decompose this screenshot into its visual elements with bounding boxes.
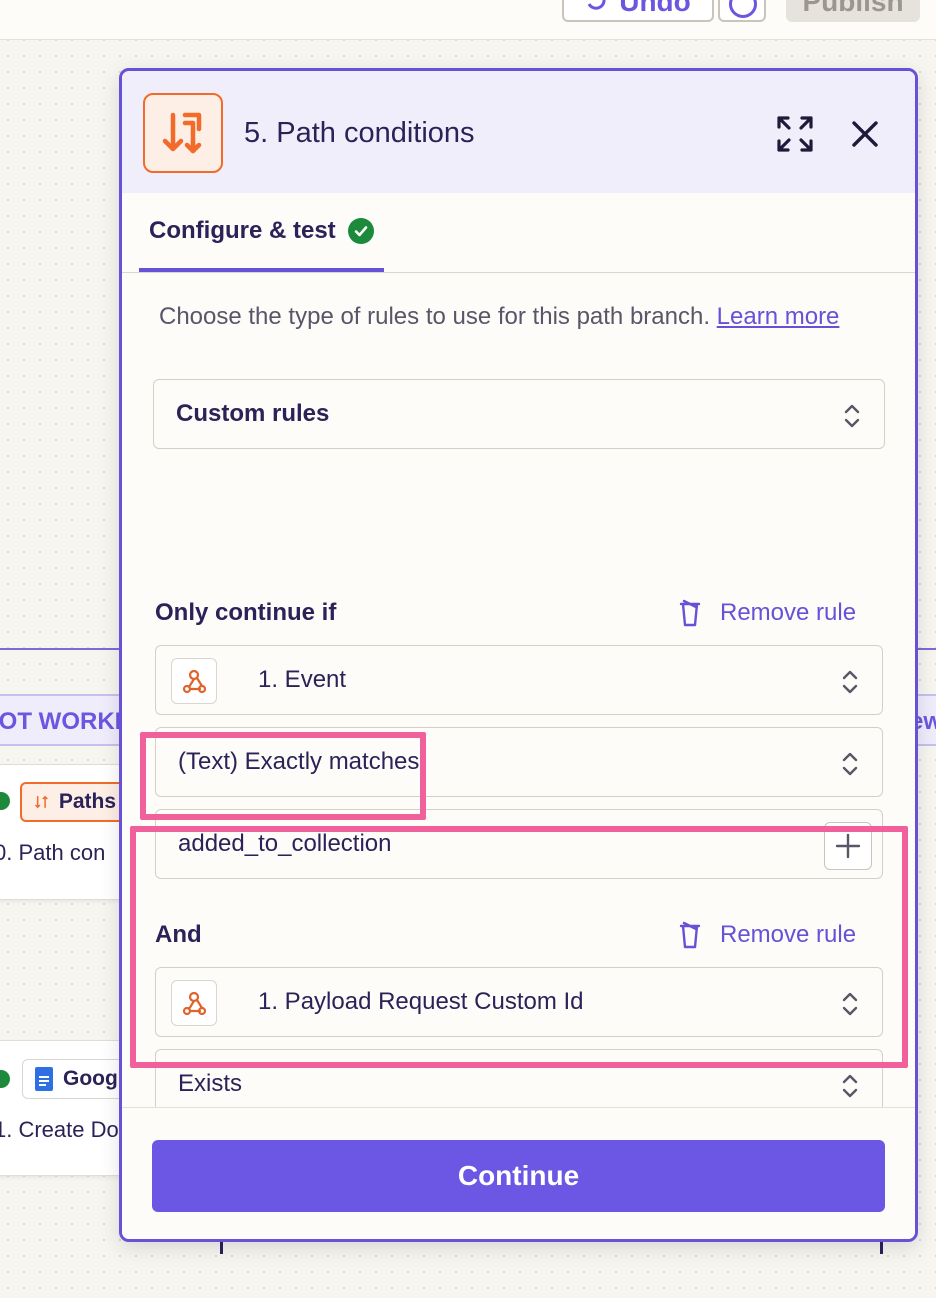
- condition-value: Exists: [178, 1070, 243, 1097]
- tab-label: Configure & test: [149, 216, 336, 244]
- panel-header: 5. Path conditions: [122, 71, 915, 193]
- webhook-icon: [182, 669, 207, 694]
- insert-data-button[interactable]: [824, 822, 872, 870]
- google-docs-app-chip: Goog: [22, 1059, 132, 1099]
- and-label: And: [155, 921, 202, 948]
- field-value: 1. Payload Request Custom Id: [258, 988, 584, 1015]
- chevron-updown-icon: [842, 752, 858, 776]
- intro-text: Choose the type of rules to use for this…: [159, 303, 710, 330]
- canvas-step-title: 1. Create Do: [0, 1117, 119, 1142]
- panel-tabs: Configure & test: [122, 193, 915, 273]
- condition-select[interactable]: (Text) Exactly matches: [155, 727, 883, 797]
- expand-icon: [777, 116, 813, 152]
- chevron-updown-icon: [844, 404, 860, 428]
- continue-button[interactable]: Continue: [152, 1140, 885, 1212]
- paths-icon: [162, 112, 202, 154]
- condition-value: (Text) Exactly matches: [178, 748, 420, 775]
- chevron-updown-icon: [842, 670, 858, 694]
- field-value: 1. Event: [258, 666, 347, 693]
- canvas-step-title: 0. Path con: [0, 840, 106, 865]
- paths-app-chip: Paths: [20, 782, 130, 822]
- learn-more-link[interactable]: Learn more: [717, 303, 840, 330]
- undo-icon: [587, 0, 606, 10]
- remove-rule-label: Remove rule: [720, 599, 857, 626]
- remove-rule-button[interactable]: Remove rule: [678, 599, 856, 627]
- chevron-updown-icon: [842, 1074, 858, 1098]
- value-input[interactable]: added_to_collection: [155, 809, 883, 879]
- field-select-custom-id[interactable]: 1. Payload Request Custom Id: [155, 967, 883, 1037]
- tab-configure-test[interactable]: Configure & test: [139, 193, 384, 272]
- trash-icon: [679, 921, 701, 949]
- trash-icon: [679, 599, 701, 627]
- expand-button[interactable]: [776, 115, 814, 153]
- google-app-label: Goog: [63, 1067, 118, 1090]
- close-icon: [852, 121, 878, 147]
- close-button[interactable]: [846, 115, 884, 153]
- paths-app-label: Paths: [58, 790, 116, 813]
- rule-type-description: Choose the type of rules to use for this…: [159, 299, 859, 335]
- only-continue-if-label: Only continue if: [155, 599, 337, 626]
- top-toolbar: Undo Publish: [0, 0, 936, 40]
- value-text: added_to_collection: [178, 830, 392, 857]
- remove-rule-button[interactable]: Remove rule: [678, 921, 856, 949]
- paths-icon: [34, 795, 48, 809]
- webhook-app-tile: [171, 980, 217, 1026]
- path-branch-label-left: IOT WORKI: [0, 708, 122, 735]
- rule-type-value: Custom rules: [176, 400, 330, 427]
- rule-type-select[interactable]: Custom rules: [153, 379, 885, 449]
- plus-icon: [835, 833, 861, 859]
- path-conditions-panel: 5. Path conditions Configure & test Choo…: [119, 68, 918, 1242]
- panel-footer: Continue: [122, 1107, 915, 1239]
- webhook-app-tile: [171, 658, 217, 704]
- chevron-updown-icon: [842, 992, 858, 1016]
- panel-title: 5. Path conditions: [244, 117, 475, 149]
- paths-app-tile: [143, 93, 223, 173]
- field-select-event[interactable]: 1. Event: [155, 645, 883, 715]
- connector-tick: [880, 1240, 883, 1254]
- google-docs-icon: [35, 1067, 53, 1091]
- history-button[interactable]: [718, 0, 766, 22]
- publish-button[interactable]: Publish: [786, 0, 920, 22]
- check-circle-icon: [347, 217, 374, 244]
- publish-label: Publish: [802, 0, 904, 17]
- undo-label: Undo: [619, 0, 691, 17]
- webhook-icon: [182, 991, 207, 1016]
- connector-tick: [220, 1240, 223, 1254]
- remove-rule-label: Remove rule: [720, 921, 857, 948]
- undo-button[interactable]: Undo: [562, 0, 714, 22]
- history-icon: [729, 0, 757, 18]
